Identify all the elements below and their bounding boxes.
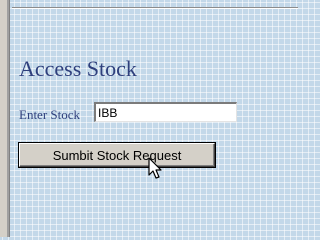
stock-label: Enter Stock: [19, 107, 81, 122]
left-frame-border: [0, 0, 10, 237]
top-divider: [12, 7, 298, 9]
submit-stock-request-button[interactable]: Sumbit Stock Request: [19, 143, 215, 167]
stock-input[interactable]: [94, 102, 237, 122]
page-title: Access Stock: [19, 56, 137, 81]
